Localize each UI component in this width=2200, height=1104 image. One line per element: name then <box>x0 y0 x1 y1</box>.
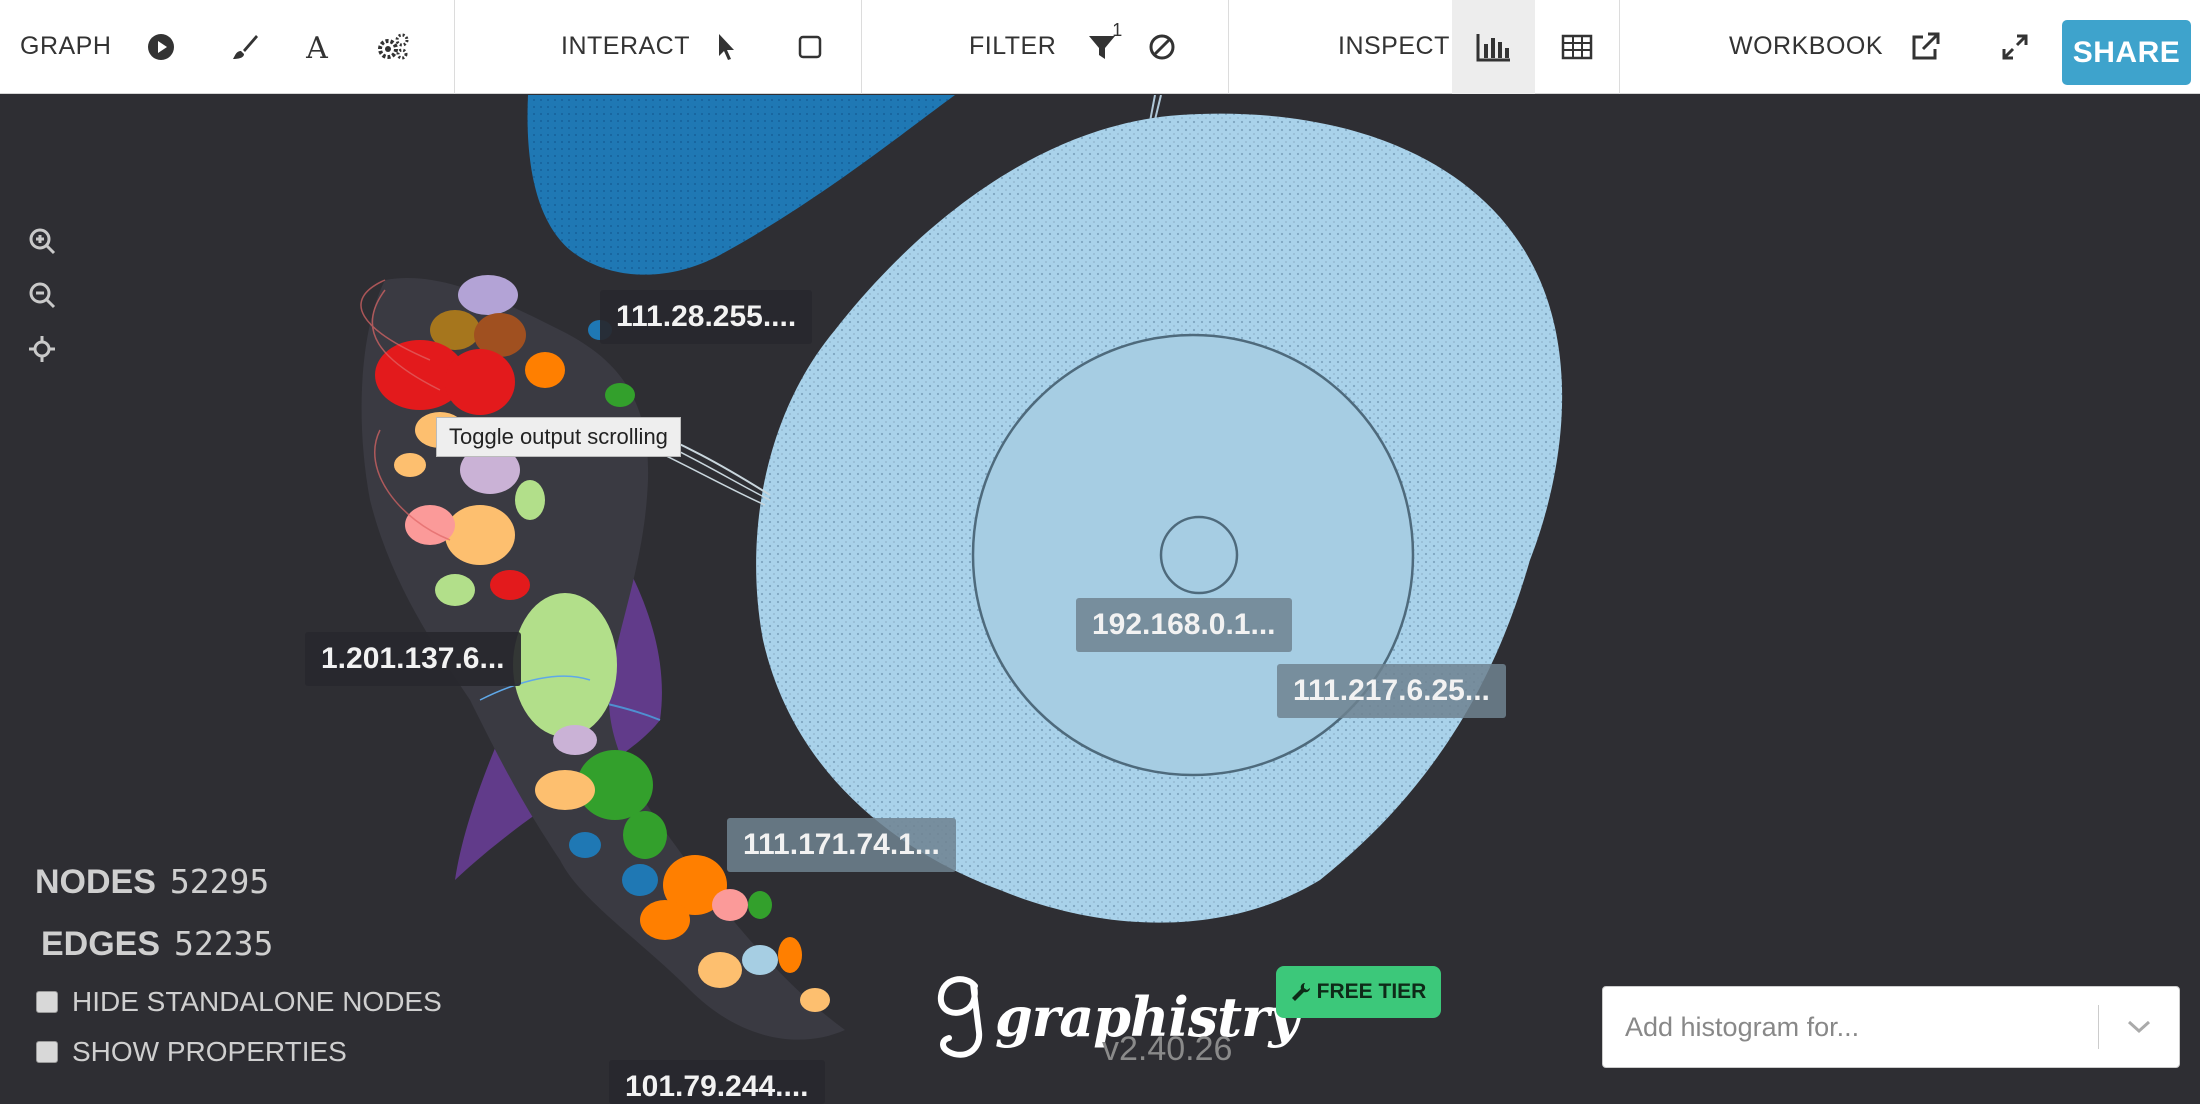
hide-standalone-option[interactable]: HIDE STANDALONE NODES <box>36 986 442 1018</box>
show-properties-checkbox[interactable] <box>36 1041 58 1063</box>
bar-chart-icon[interactable] <box>1451 0 1536 94</box>
share-button[interactable]: SHARE <box>2062 20 2191 85</box>
inspect-label: INSPECT <box>1338 32 1450 60</box>
histogram-input[interactable] <box>1603 1011 2098 1043</box>
workbook-label: WORKBOOK <box>1729 32 1884 60</box>
pointer-icon[interactable] <box>696 0 756 94</box>
edges-count: 52235 <box>174 924 274 963</box>
zoom-tools <box>26 225 58 365</box>
ban-icon[interactable] <box>1132 0 1192 94</box>
graph-group: GRAPH A <box>0 0 455 94</box>
center-view-icon[interactable] <box>26 333 58 365</box>
brush-icon[interactable] <box>215 0 275 94</box>
node-label[interactable]: 111.28.255.... <box>600 290 813 344</box>
interact-group: INTERACT <box>455 0 862 94</box>
zoom-out-icon[interactable] <box>26 279 58 311</box>
node-label[interactable]: 192.168.0.1... <box>1076 598 1292 652</box>
table-icon[interactable] <box>1535 0 1619 94</box>
hide-standalone-label: HIDE STANDALONE NODES <box>72 986 442 1017</box>
external-link-icon[interactable] <box>1895 0 1955 94</box>
filter-label: FILTER <box>969 32 1057 60</box>
nodes-count: 52295 <box>169 862 270 901</box>
zoom-in-icon[interactable] <box>26 225 58 257</box>
node-label[interactable]: 111.217.6.25... <box>1277 664 1506 718</box>
hide-standalone-checkbox[interactable] <box>36 991 58 1013</box>
histogram-selector[interactable] <box>1602 986 2180 1068</box>
node-label[interactable]: 111.171.74.1... <box>727 818 956 872</box>
free-tier-label: FREE TIER <box>1316 980 1427 1003</box>
edges-stat: EDGES 52235 <box>41 924 442 964</box>
chevron-down-icon[interactable] <box>2099 986 2179 1068</box>
show-properties-label: SHOW PROPERTIES <box>72 1036 347 1067</box>
svg-text:A: A <box>306 32 329 62</box>
wrench-icon <box>1291 983 1310 1001</box>
graph-label: GRAPH <box>20 32 112 60</box>
inspect-group: INSPECT <box>1229 0 1620 94</box>
filter-group: FILTER 1 <box>862 0 1229 94</box>
node-label[interactable]: 1.201.137.6... <box>305 632 521 686</box>
interact-label: INTERACT <box>561 32 690 60</box>
graphistry-g-icon <box>937 976 983 1058</box>
top-toolbar: GRAPH A INTERACT FILTER 1 INSPECT WORKBO… <box>0 0 2200 94</box>
show-properties-option[interactable]: SHOW PROPERTIES <box>36 1036 442 1068</box>
nodes-stat: NODES 52295 <box>35 862 442 902</box>
blue-cluster <box>527 95 955 275</box>
version-text: v2.40.26 <box>1102 1030 1233 1068</box>
tooltip: Toggle output scrolling <box>436 417 681 457</box>
play-icon[interactable] <box>131 0 191 94</box>
filter-count-badge: 1 <box>1112 19 1123 40</box>
nodes-label: NODES <box>35 863 156 901</box>
funnel-icon[interactable]: 1 <box>1072 0 1132 94</box>
square-icon[interactable] <box>780 0 840 94</box>
expand-icon[interactable] <box>1985 0 2045 94</box>
gears-icon[interactable] <box>363 0 423 94</box>
node-label[interactable]: 101.79.244.... <box>609 1060 825 1104</box>
edges-label: EDGES <box>41 925 161 963</box>
font-icon[interactable]: A <box>287 0 347 94</box>
graph-stats: NODES 52295 EDGES 52235 HIDE STANDALONE … <box>35 862 442 1086</box>
free-tier-badge[interactable]: FREE TIER <box>1276 966 1441 1018</box>
